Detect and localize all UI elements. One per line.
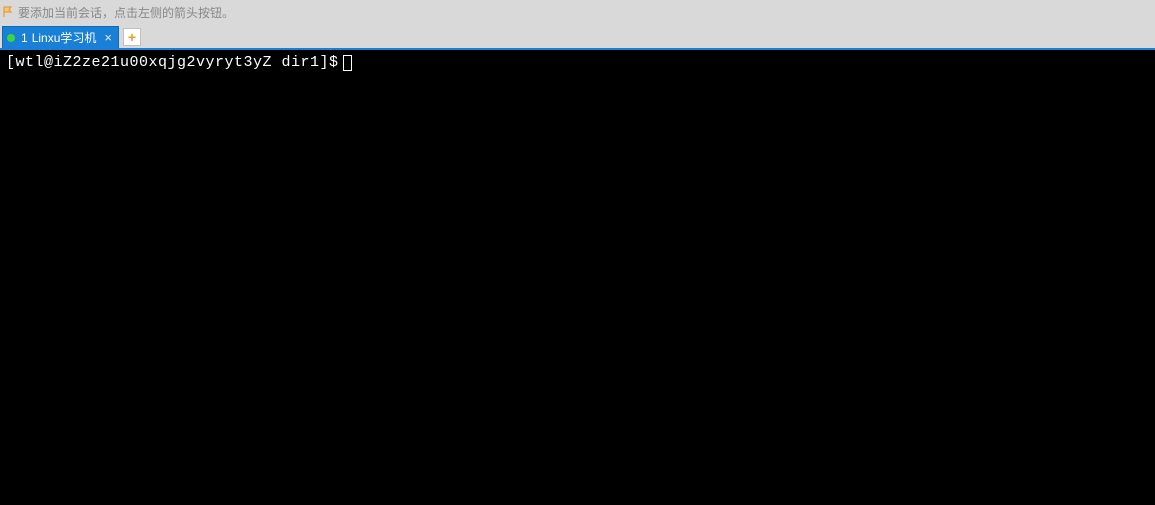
shell-prompt: [wtl@iZ2ze21u00xqjg2vyryt3yZ dir1]$ xyxy=(6,54,339,71)
terminal-tab-active[interactable]: 1 Linxu学习机 × xyxy=(2,26,119,48)
plus-icon: + xyxy=(128,30,136,44)
close-tab-icon[interactable]: × xyxy=(104,31,112,44)
hint-bar: 要添加当前会话，点击左侧的箭头按钮。 xyxy=(0,0,1155,24)
tab-bar: 1 Linxu学习机 × + xyxy=(0,24,1155,48)
prompt-line: [wtl@iZ2ze21u00xqjg2vyryt3yZ dir1]$ xyxy=(6,54,1149,71)
hint-text: 要添加当前会话，点击左侧的箭头按钮。 xyxy=(18,4,234,21)
add-tab-button[interactable]: + xyxy=(123,28,141,46)
flag-icon xyxy=(2,6,14,18)
cursor-icon xyxy=(343,55,352,71)
tab-number: 1 xyxy=(21,31,28,45)
connection-status-icon xyxy=(7,34,15,42)
tab-label: Linxu学习机 xyxy=(32,29,97,46)
terminal-viewport[interactable]: [wtl@iZ2ze21u00xqjg2vyryt3yZ dir1]$ xyxy=(0,50,1155,505)
